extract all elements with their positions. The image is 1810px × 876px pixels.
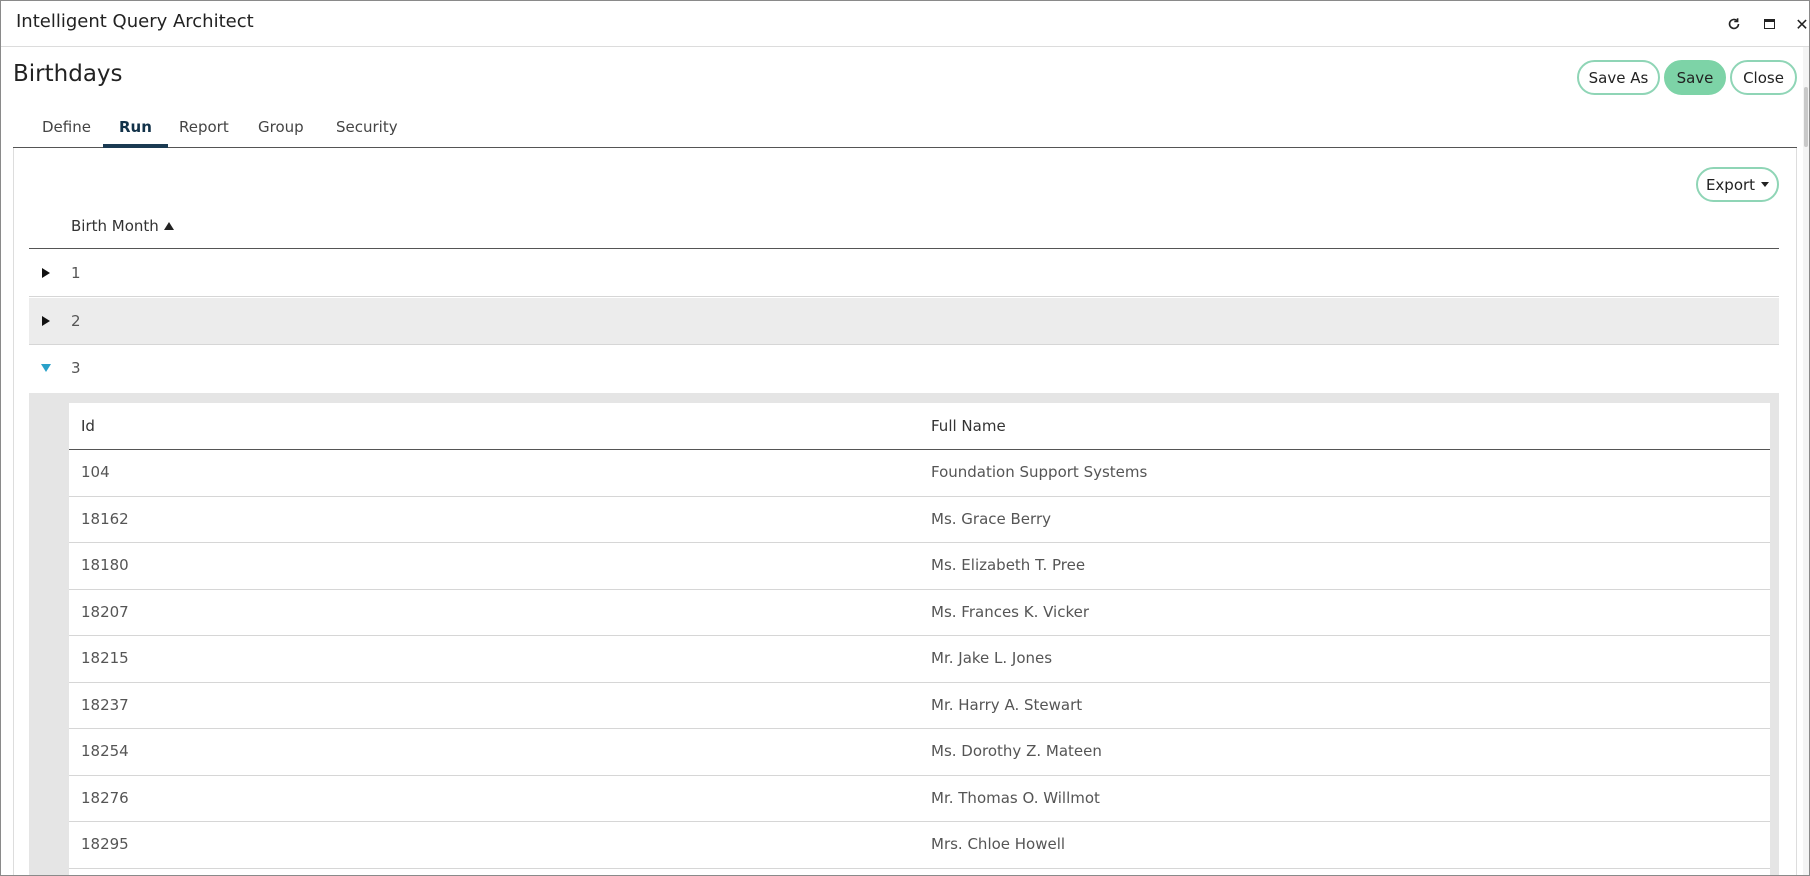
table-row[interactable]: 18237 Mr. Harry A. Stewart (69, 683, 1770, 729)
group-row[interactable]: 2 (29, 298, 1779, 345)
run-results-panel: Export Birth Month 1 2 3 Id Full Name 10… (13, 148, 1797, 875)
grid-header: Birth Month (29, 206, 1779, 249)
expand-icon[interactable] (39, 266, 53, 280)
table-row[interactable]: 18276 Mr. Thomas O. Willmot (69, 776, 1770, 822)
cell-id: 18237 (81, 695, 129, 714)
column-header-label: Birth Month (71, 217, 159, 235)
cell-full-name: Mr. Harry A. Stewart (931, 695, 1083, 714)
group-value: 2 (71, 312, 81, 330)
export-button[interactable]: Export (1696, 167, 1779, 202)
cell-id: 18215 (81, 649, 129, 667)
group-row[interactable]: 1 (29, 250, 1779, 297)
vertical-scrollbar[interactable] (1803, 47, 1809, 875)
refresh-icon[interactable] (1723, 13, 1745, 35)
detail-table: Id Full Name 104 Foundation Support Syst… (69, 403, 1770, 875)
cell-full-name: Mr. Thomas O. Willmot (931, 788, 1100, 807)
table-row[interactable]: 18295 Mrs. Chloe Howell (69, 822, 1770, 869)
cell-id: 104 (81, 463, 110, 481)
group-value: 1 (71, 264, 81, 282)
cell-id: 18295 (81, 835, 129, 853)
export-label: Export (1705, 175, 1756, 194)
tab-security[interactable]: Security (336, 118, 398, 147)
page-title: Birthdays (13, 61, 123, 87)
table-row[interactable]: 18207 Ms. Frances K. Vicker (69, 590, 1770, 636)
save-as-button[interactable]: Save As (1577, 60, 1660, 95)
cell-full-name: Ms. Dorothy Z. Mateen (931, 742, 1102, 760)
column-header-birth-month[interactable]: Birth Month (71, 217, 174, 235)
detail-table-header: Id Full Name (69, 403, 1770, 450)
table-row[interactable]: 18162 Ms. Grace Berry (69, 497, 1770, 543)
tab-group[interactable]: Group (258, 118, 304, 147)
cell-full-name: Foundation Support Systems (931, 463, 1148, 481)
column-header-id[interactable]: Id (81, 417, 95, 435)
table-row[interactable]: 18215 Mr. Jake L. Jones (69, 636, 1770, 683)
save-button[interactable]: Save (1664, 60, 1726, 95)
tab-bar: Define Run Report Group Security (13, 111, 1797, 148)
group-detail-panel: Id Full Name 104 Foundation Support Syst… (29, 393, 1779, 875)
table-row[interactable]: 18254 Ms. Dorothy Z. Mateen (69, 729, 1770, 776)
column-header-full-name[interactable]: Full Name (931, 417, 1006, 435)
app-window: Intelligent Query Architect ✕ Birthdays … (0, 0, 1810, 876)
table-row[interactable]: 104 Foundation Support Systems (69, 450, 1770, 497)
sort-ascending-icon (163, 222, 174, 230)
collapse-icon[interactable] (39, 361, 53, 375)
expand-icon[interactable] (39, 314, 53, 328)
group-row[interactable]: 3 (29, 345, 1779, 392)
cell-full-name: Mr. Jake L. Jones (931, 649, 1053, 667)
cell-full-name: Mrs. Chloe Howell (931, 835, 1066, 853)
cell-id: 18162 (81, 509, 129, 528)
cell-id: 18276 (81, 788, 129, 807)
chevron-down-icon (1761, 182, 1770, 187)
title-bar: Intelligent Query Architect ✕ (1, 1, 1809, 47)
close-icon[interactable]: ✕ (1791, 13, 1809, 35)
group-value: 3 (71, 359, 81, 377)
table-row[interactable]: 18180 Ms. Elizabeth T. Pree (69, 543, 1770, 590)
tab-define[interactable]: Define (42, 118, 91, 147)
cell-id: 18180 (81, 556, 129, 574)
window-title: Intelligent Query Architect (16, 11, 254, 32)
tab-report[interactable]: Report (179, 118, 229, 147)
close-button[interactable]: Close (1730, 60, 1797, 95)
cell-id: 18254 (81, 742, 129, 760)
cell-full-name: Ms. Frances K. Vicker (931, 602, 1090, 621)
cell-full-name: Ms. Grace Berry (931, 509, 1051, 528)
cell-full-name: Ms. Elizabeth T. Pree (931, 556, 1086, 574)
maximize-icon[interactable] (1758, 13, 1780, 35)
cell-id: 18207 (81, 602, 129, 621)
tab-run[interactable]: Run (103, 118, 168, 148)
